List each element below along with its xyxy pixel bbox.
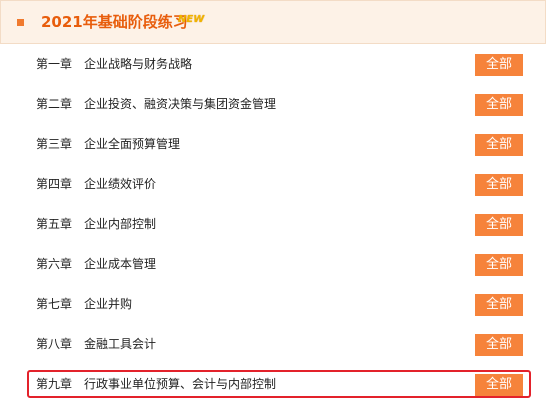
chapter-number: 第五章: [36, 217, 73, 231]
chapter-row: 第五章 企业内部控制 全部: [0, 204, 546, 244]
view-all-button[interactable]: 全部: [475, 54, 523, 76]
chapter-row: 第八章 金融工具会计 全部: [0, 324, 546, 364]
chapter-row: 第三章 企业全面预算管理 全部: [0, 124, 546, 164]
chapter-label: 第七章 企业并购: [36, 295, 132, 313]
section-header: 2021年基础阶段练习 NEW: [0, 0, 546, 44]
square-bullet-icon: [17, 19, 24, 26]
chapter-row: 第二章 企业投资、融资决策与集团资金管理 全部: [0, 84, 546, 124]
chapter-label: 第八章 金融工具会计: [36, 335, 156, 353]
chapter-number: 第三章: [36, 137, 73, 151]
section-title: 2021年基础阶段练习: [41, 13, 188, 31]
new-badge: NEW: [178, 14, 205, 25]
view-all-button[interactable]: 全部: [475, 134, 523, 156]
chapter-number: 第六章: [36, 257, 73, 271]
chapter-label: 第五章 企业内部控制: [36, 215, 156, 233]
chapter-row: 第一章 企业战略与财务战略 全部: [0, 44, 546, 84]
view-all-button[interactable]: 全部: [475, 294, 523, 316]
view-all-button[interactable]: 全部: [475, 174, 523, 196]
chapter-row: 第四章 企业绩效评价 全部: [0, 164, 546, 204]
highlight-annotation-box: [27, 370, 531, 398]
view-all-button[interactable]: 全部: [475, 94, 523, 116]
chapter-title: 企业战略与财务战略: [84, 57, 193, 71]
chapter-title: 企业并购: [84, 297, 133, 311]
chapter-row: 第六章 企业成本管理 全部: [0, 244, 546, 284]
view-all-button[interactable]: 全部: [475, 334, 523, 356]
chapter-label: 第六章 企业成本管理: [36, 255, 156, 273]
view-all-button[interactable]: 全部: [475, 254, 523, 276]
chapter-label: 第三章 企业全面预算管理: [36, 135, 180, 153]
chapter-number: 第四章: [36, 177, 73, 191]
view-all-button[interactable]: 全部: [475, 214, 523, 236]
chapter-title: 企业投资、融资决策与集团资金管理: [84, 97, 277, 111]
chapter-label: 第一章 企业战略与财务战略: [36, 55, 192, 73]
chapter-number: 第一章: [36, 57, 73, 71]
chapter-label: 第二章 企业投资、融资决策与集团资金管理: [36, 95, 276, 113]
chapter-title: 企业绩效评价: [84, 177, 157, 191]
chapter-row: 第七章 企业并购 全部: [0, 284, 546, 324]
chapter-title: 企业内部控制: [84, 217, 157, 231]
chapter-title: 企业成本管理: [84, 257, 157, 271]
chapter-number: 第七章: [36, 297, 73, 311]
chapter-title: 金融工具会计: [84, 337, 157, 351]
chapter-number: 第八章: [36, 337, 73, 351]
chapter-number: 第二章: [36, 97, 73, 111]
chapter-label: 第四章 企业绩效评价: [36, 175, 156, 193]
chapter-title: 企业全面预算管理: [84, 137, 181, 151]
